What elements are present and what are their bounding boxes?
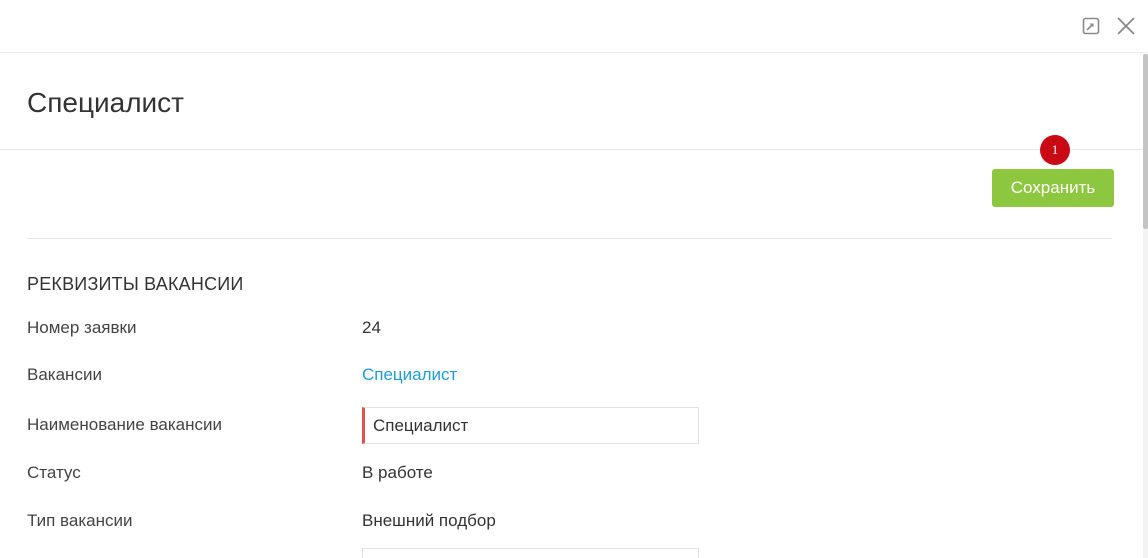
vacancy-name-input[interactable] [362, 407, 699, 444]
scrollbar-thumb[interactable] [1143, 54, 1148, 229]
expand-icon [1082, 17, 1100, 35]
field-label-vacancy-name: Наименование вакансии [27, 415, 223, 434]
expand-button[interactable] [1080, 15, 1102, 37]
close-button[interactable] [1115, 15, 1137, 37]
field-value-status: В работе [362, 463, 433, 482]
vacancy-link[interactable]: Специалист [362, 365, 457, 384]
divider [27, 238, 1112, 239]
field-value-vacancies: Специалист [362, 365, 457, 385]
field-label-vacancies: Вакансии [27, 365, 102, 384]
save-button[interactable]: Сохранить [992, 169, 1114, 207]
section-heading: РЕКВИЗИТЫ ВАКАНСИИ [27, 274, 244, 294]
vacancy-modal: Специалист 1 Сохранить РЕКВИЗИТЫ ВАКАНСИ… [0, 0, 1148, 558]
notification-badge: 1 [1040, 135, 1070, 165]
field-value-vacancy-type: Внешний подбор [362, 511, 496, 530]
next-field-input[interactable] [362, 548, 699, 558]
scrollbar[interactable] [1143, 54, 1148, 558]
title-area: Специалист [0, 54, 1143, 150]
modal-topbar [0, 0, 1148, 53]
field-label-request-number: Номер заявки [27, 318, 137, 337]
field-label-status: Статус [27, 463, 81, 482]
field-value-request-number: 24 [362, 318, 381, 337]
page-title: Специалист [27, 87, 185, 118]
field-label-vacancy-type: Тип вакансии [27, 511, 133, 530]
close-icon [1117, 17, 1135, 35]
